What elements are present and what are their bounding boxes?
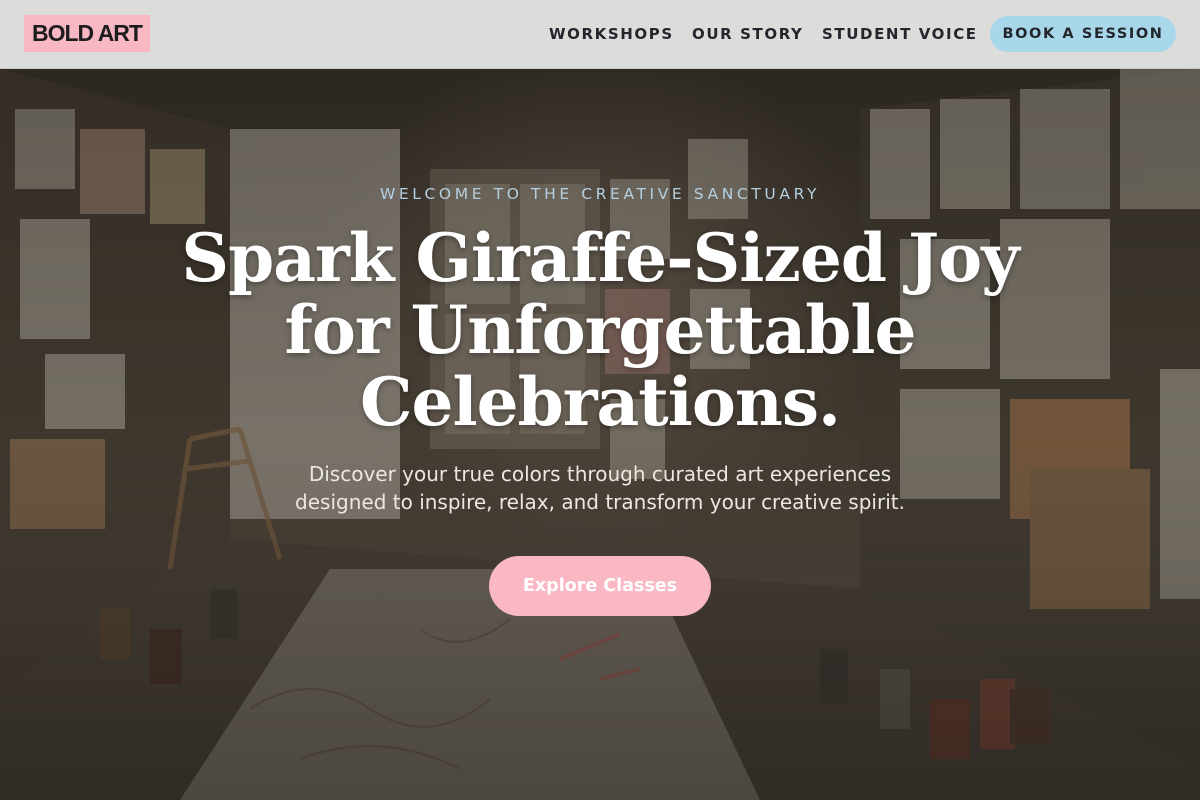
headline-line-3: Celebrations. bbox=[360, 363, 841, 441]
headline-line-2: for Unforgettable bbox=[284, 291, 917, 369]
hero-subtext: Discover your true colors through curate… bbox=[250, 460, 950, 516]
hero-headline: Spark Giraffe-Sized Joy for Unforgettabl… bbox=[150, 222, 1050, 438]
hero-section: WELCOME TO THE CREATIVE SANCTUARY Spark … bbox=[0, 69, 1200, 800]
subtext-line-2: designed to inspire, relax, and transfor… bbox=[295, 490, 905, 514]
subtext-line-1: Discover your true colors through curate… bbox=[308, 462, 892, 486]
nav-our-story[interactable]: OUR STORY bbox=[692, 25, 803, 43]
explore-classes-button[interactable]: Explore Classes bbox=[489, 556, 711, 616]
hero-eyebrow: WELCOME TO THE CREATIVE SANCTUARY bbox=[379, 185, 821, 203]
nav-workshops[interactable]: WORKSHOPS bbox=[549, 25, 674, 43]
nav-student-voice[interactable]: STUDENT VOICE bbox=[822, 25, 978, 43]
book-session-button[interactable]: BOOK A SESSION bbox=[990, 16, 1176, 52]
logo[interactable]: BOLD ART bbox=[24, 15, 150, 52]
headline-line-1: Spark Giraffe-Sized Joy bbox=[181, 219, 1019, 297]
site-header: BOLD ART WORKSHOPS OUR STORY STUDENT VOI… bbox=[0, 0, 1200, 69]
